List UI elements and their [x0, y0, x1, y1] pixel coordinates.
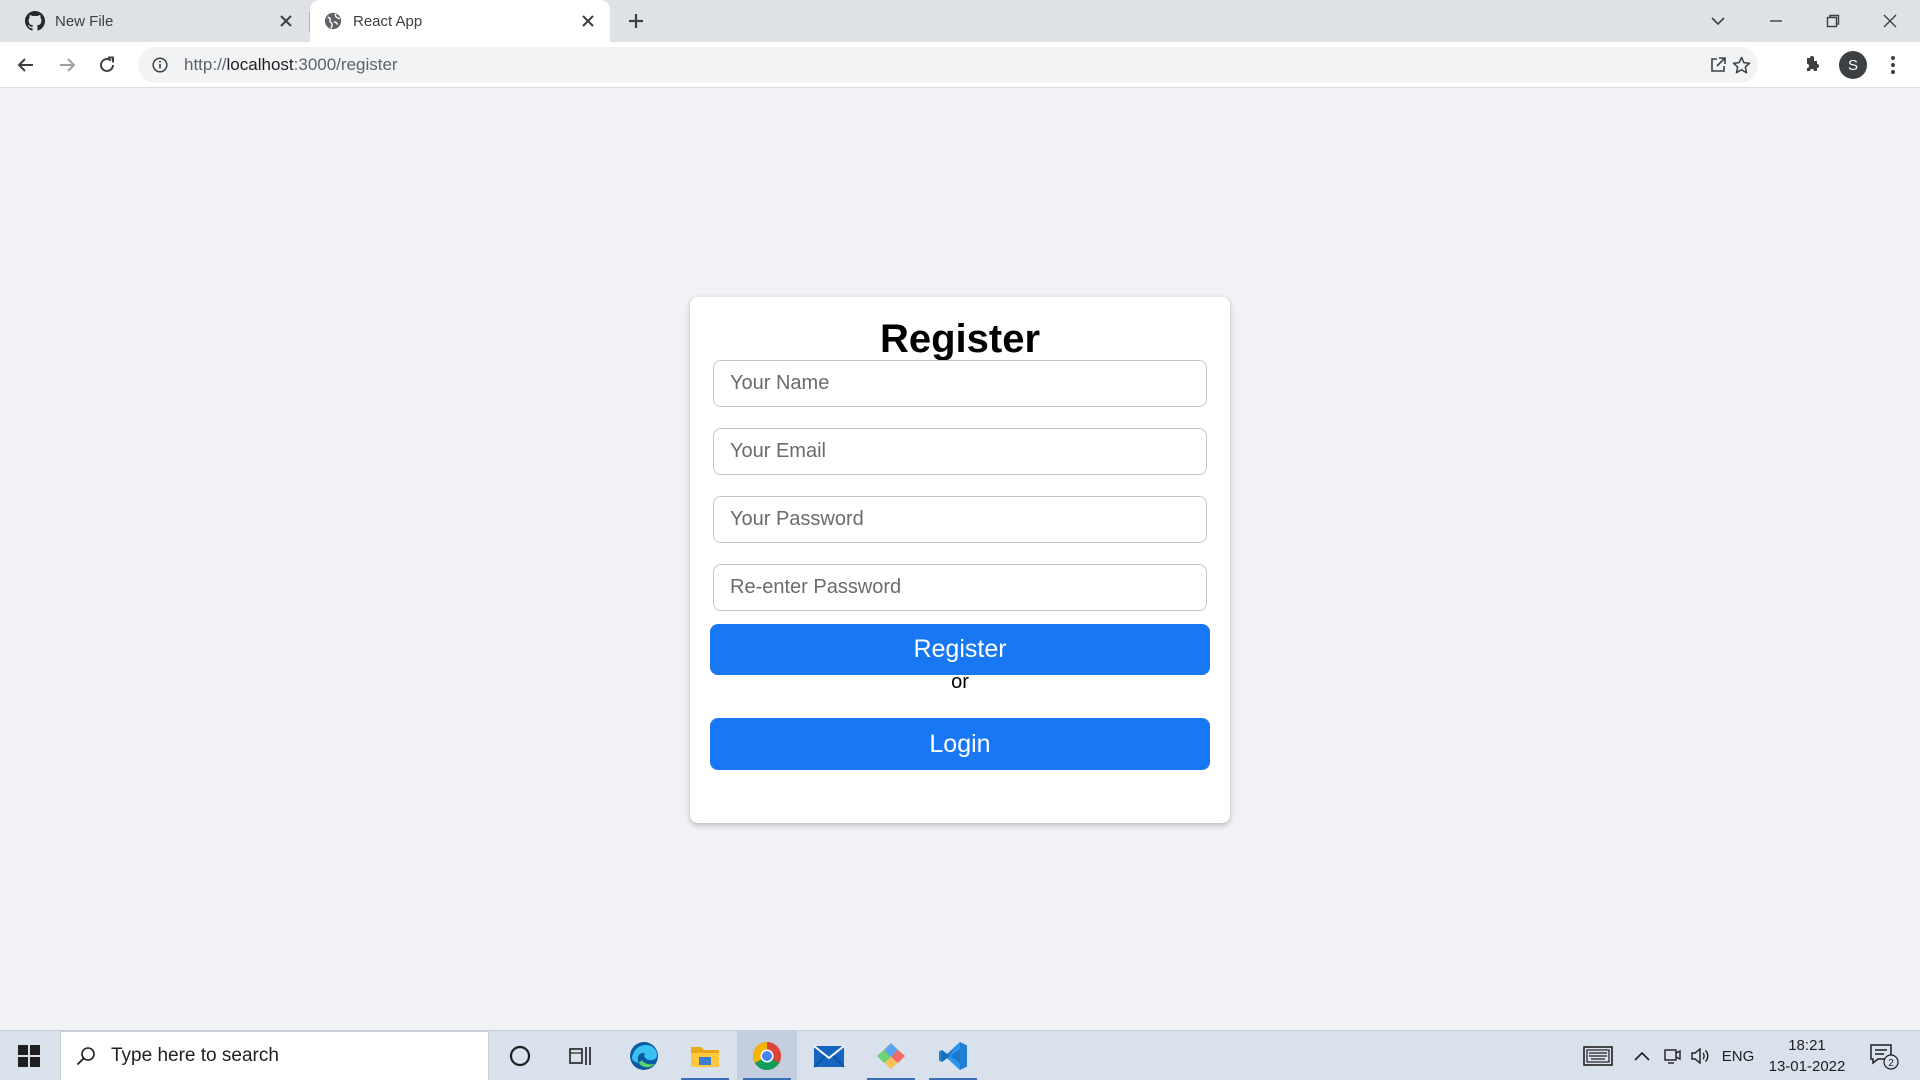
url-text: http://localhost:3000/register — [184, 55, 398, 75]
forward-button[interactable] — [51, 49, 83, 81]
back-button[interactable] — [10, 49, 42, 81]
browser-toolbar: http://localhost:3000/register S — [0, 42, 1920, 88]
info-icon[interactable] — [150, 55, 170, 75]
or-separator: or — [951, 671, 969, 693]
file-explorer-icon[interactable] — [675, 1031, 735, 1080]
profile-avatar[interactable]: S — [1839, 51, 1867, 79]
clock[interactable]: 18:21 13-01-2022 — [1762, 1035, 1852, 1077]
page-title: Register — [879, 317, 1041, 361]
password-input[interactable] — [713, 496, 1207, 543]
keyboard-icon[interactable] — [1580, 1031, 1616, 1080]
cortana-icon[interactable] — [490, 1031, 550, 1080]
volume-icon[interactable] — [1688, 1031, 1712, 1080]
vscode-icon[interactable] — [923, 1031, 983, 1080]
notification-center-icon[interactable]: 2 — [1864, 1031, 1904, 1080]
name-input[interactable] — [713, 360, 1207, 407]
clock-date: 13-01-2022 — [1768, 1058, 1846, 1075]
tab-react-app[interactable]: React App — [310, 0, 610, 42]
register-button[interactable]: Register — [710, 624, 1210, 675]
task-view-icon[interactable] — [550, 1031, 610, 1080]
clock-time: 18:21 — [1788, 1037, 1826, 1054]
close-icon[interactable] — [272, 7, 300, 35]
email-input[interactable] — [713, 428, 1207, 475]
notification-count: 2 — [1888, 1058, 1894, 1069]
bookmark-star-icon[interactable] — [1731, 55, 1751, 75]
search-icon — [75, 1045, 97, 1067]
search-placeholder: Type here to search — [111, 1045, 279, 1066]
edge-icon[interactable] — [614, 1031, 674, 1080]
close-window-button[interactable] — [1862, 0, 1918, 42]
page-viewport: Register Register or Login — [0, 89, 1920, 1030]
github-icon — [25, 11, 45, 31]
url-path: :3000/register — [293, 55, 398, 74]
close-icon[interactable] — [574, 7, 602, 35]
windows-logo-icon — [18, 1045, 40, 1067]
globe-icon — [323, 11, 343, 31]
url-scheme: http:// — [184, 55, 227, 74]
login-button[interactable]: Login — [710, 718, 1210, 770]
restore-button[interactable] — [1805, 0, 1861, 42]
tab-new-file[interactable]: New File — [12, 0, 308, 42]
new-tab-button[interactable] — [620, 7, 652, 35]
reload-button[interactable] — [91, 49, 123, 81]
git-icon[interactable] — [861, 1031, 921, 1080]
extensions-icon[interactable] — [1801, 54, 1823, 76]
address-bar[interactable]: http://localhost:3000/register — [138, 47, 1758, 83]
minimize-button[interactable] — [1748, 0, 1804, 42]
register-card: Register Register or Login — [690, 297, 1230, 823]
windows-taskbar: Type here to search ENG 18:21 13-01-2022… — [0, 1030, 1920, 1080]
chrome-icon[interactable] — [737, 1031, 797, 1080]
browser-tab-strip: New File React App — [0, 0, 1920, 42]
taskbar-search[interactable]: Type here to search — [60, 1031, 489, 1080]
menu-dots-icon[interactable] — [1882, 54, 1904, 76]
mail-icon[interactable] — [799, 1031, 859, 1080]
tab-title: New File — [55, 12, 114, 30]
tab-title: React App — [353, 12, 423, 30]
url-host: localhost — [226, 55, 294, 74]
confirm-password-input[interactable] — [713, 564, 1207, 611]
start-button[interactable] — [0, 1031, 58, 1080]
tab-search-button[interactable] — [1690, 0, 1746, 42]
chevron-up-icon[interactable] — [1630, 1031, 1654, 1080]
share-icon[interactable] — [1708, 55, 1728, 75]
meet-now-icon[interactable] — [1660, 1031, 1684, 1080]
language-indicator[interactable]: ENG — [1718, 1031, 1758, 1080]
